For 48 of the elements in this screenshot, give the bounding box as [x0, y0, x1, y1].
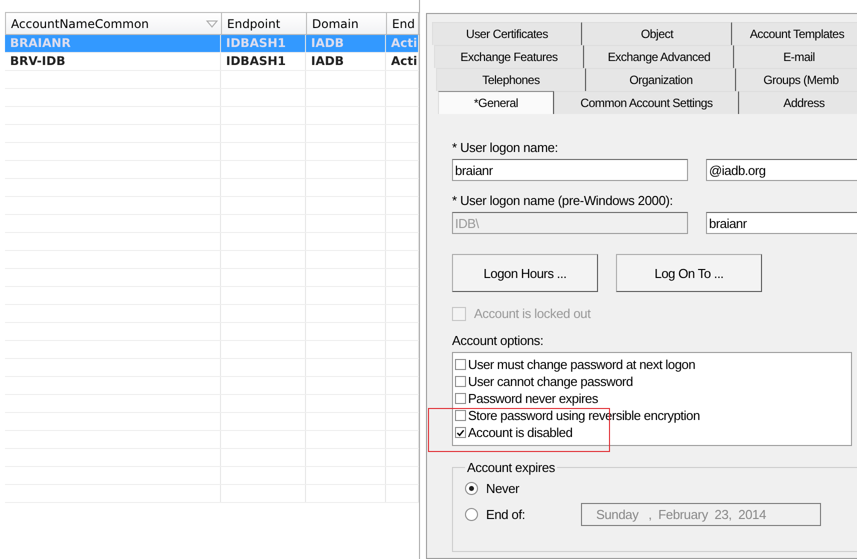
- column-header[interactable]: Endpoint: [222, 13, 307, 34]
- tab[interactable]: Groups (Memb: [736, 68, 857, 91]
- table-row[interactable]: BRV-IDB IDBASH1 IADB Acti: [5, 53, 419, 71]
- tab[interactable]: Address: [739, 91, 857, 114]
- tab[interactable]: Account Templates: [732, 22, 857, 45]
- tab[interactable]: Object: [582, 22, 732, 45]
- checkbox-label: Account is locked out: [474, 306, 591, 321]
- field-label: * User logon name (pre-Windows 2000):: [452, 193, 674, 208]
- field-label: * User logon name:: [452, 140, 559, 155]
- checkbox[interactable]: [455, 393, 466, 404]
- group-label: Account expires: [466, 460, 556, 475]
- column-header[interactable]: AccountNameCommon: [6, 13, 222, 34]
- tab[interactable]: Exchange Advanced: [584, 45, 734, 68]
- radio-button[interactable]: [465, 482, 478, 494]
- tab[interactable]: E-mail: [734, 45, 857, 68]
- tab[interactable]: Organization: [586, 68, 736, 91]
- table-cell: IADB: [306, 53, 386, 70]
- input-field[interactable]: braianr: [452, 159, 688, 181]
- tab[interactable]: Exchange Features: [434, 45, 584, 68]
- radio-button[interactable]: [465, 508, 478, 520]
- checkbox[interactable]: [455, 376, 466, 387]
- checkbox[interactable]: [455, 410, 466, 421]
- option-label: Password never expires: [468, 391, 598, 406]
- table-cell: IADB: [306, 35, 386, 52]
- option-label: User cannot change password: [468, 374, 633, 389]
- table-cell: BRV-IDB: [5, 53, 221, 70]
- dialog-button[interactable]: Logon Hours ...: [452, 254, 598, 292]
- tab[interactable]: *General: [438, 91, 554, 114]
- column-header[interactable]: Domain: [307, 13, 387, 34]
- table-cell: Acti: [386, 53, 419, 70]
- section-label: Account options:: [452, 333, 544, 348]
- tab[interactable]: Common Account Settings: [554, 91, 739, 114]
- checkbox[interactable]: [455, 427, 466, 438]
- table-cell: IDBASH1: [221, 53, 306, 70]
- domain-field[interactable]: @iadb.org: [706, 159, 857, 181]
- dialog-button[interactable]: Log On To ...: [616, 254, 762, 292]
- tab[interactable]: User Certificates: [432, 22, 582, 45]
- radio-label: End of:: [486, 506, 526, 522]
- tab[interactable]: Telephones: [436, 68, 586, 91]
- sort-icon: [206, 20, 218, 28]
- table-cell: Acti: [386, 35, 419, 52]
- radio-label: Never: [486, 480, 520, 496]
- option-label: Account is disabled: [468, 425, 572, 440]
- checkbox[interactable]: [455, 359, 466, 370]
- table-cell: IDBASH1: [221, 35, 306, 52]
- table-cell: BRAIANR: [5, 35, 221, 52]
- input-field[interactable]: braianr: [706, 212, 857, 234]
- option-label: User must change password at next logon: [468, 357, 696, 372]
